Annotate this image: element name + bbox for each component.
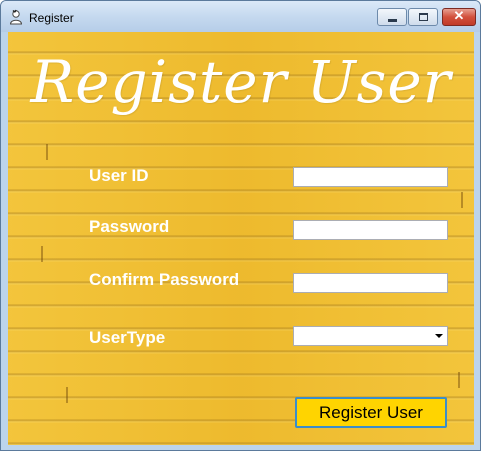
user-id-field[interactable] <box>293 167 448 187</box>
wood-joint <box>458 372 460 388</box>
password-label: Password <box>89 217 170 236</box>
close-button[interactable]: ✕ <box>442 8 476 26</box>
wood-joint <box>66 387 68 403</box>
user-icon <box>8 9 24 25</box>
minimize-button[interactable] <box>377 8 407 26</box>
password-field[interactable] <box>293 220 448 240</box>
user-type-dropdown[interactable] <box>293 326 448 346</box>
title-bar[interactable]: Register ✕ <box>1 1 480 32</box>
page-title: Register User <box>30 48 452 116</box>
wood-joint <box>46 144 48 160</box>
chevron-down-icon[interactable] <box>435 334 443 338</box>
window-title: Register <box>29 11 74 25</box>
register-user-button[interactable]: Register User <box>295 397 447 428</box>
maximize-icon <box>419 13 428 21</box>
maximize-button[interactable] <box>408 8 438 26</box>
user-id-label: User ID <box>89 166 149 185</box>
close-icon: ✕ <box>453 8 465 23</box>
confirm-password-field[interactable] <box>293 273 448 293</box>
wood-joint <box>461 192 463 208</box>
form-panel: Register User User ID Password Confirm P… <box>8 32 474 445</box>
confirm-password-label: Confirm Password <box>89 270 240 289</box>
register-window: Register ✕ Register User User ID Passwor… <box>0 0 481 451</box>
wood-joint <box>41 246 43 262</box>
user-type-label: UserType <box>89 328 166 347</box>
minimize-icon <box>388 19 397 22</box>
